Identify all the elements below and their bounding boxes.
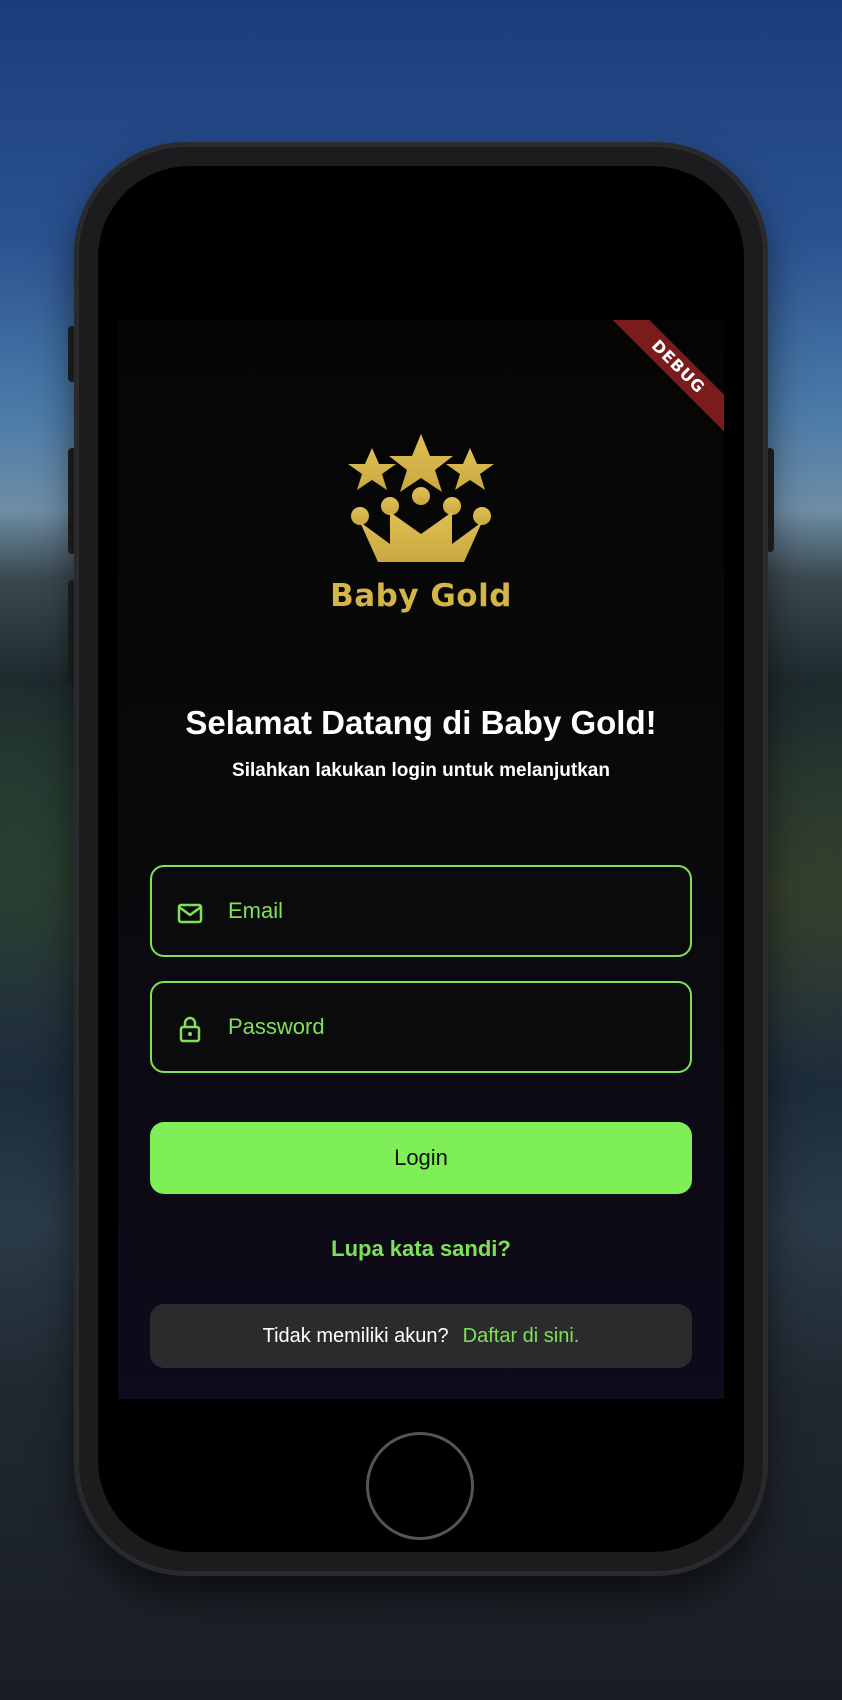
login-button[interactable]: Login: [150, 1122, 692, 1194]
welcome-subtitle: Silahkan lakukan login untuk melanjutkan: [232, 760, 610, 781]
lock-icon: [179, 1016, 201, 1043]
password-field[interactable]: [150, 981, 692, 1073]
debug-banner: DEBUG: [612, 320, 724, 433]
mail-icon: [177, 903, 203, 924]
signup-link[interactable]: Daftar di sini.: [463, 1325, 580, 1348]
signup-question: Tidak memiliki akun?: [262, 1324, 449, 1347]
mute-switch: [68, 326, 76, 382]
email-input[interactable]: [228, 867, 674, 955]
power-button: [766, 448, 774, 552]
app-screen: DEBUG Baby Gold Selamat Datang di Baby G…: [118, 320, 724, 1399]
volume-down-button: [68, 580, 76, 686]
welcome-title: Selamat Datang di Baby Gold!: [185, 704, 657, 741]
forgot-password-link[interactable]: Lupa kata sandi?: [118, 1236, 724, 1262]
home-button[interactable]: [366, 1432, 474, 1540]
brand-name: Baby Gold: [330, 578, 512, 614]
volume-up-button: [68, 448, 76, 554]
signup-bar: Tidak memiliki akun? Daftar di sini.: [150, 1304, 692, 1368]
email-field[interactable]: [150, 865, 692, 957]
password-input[interactable]: [228, 983, 674, 1071]
